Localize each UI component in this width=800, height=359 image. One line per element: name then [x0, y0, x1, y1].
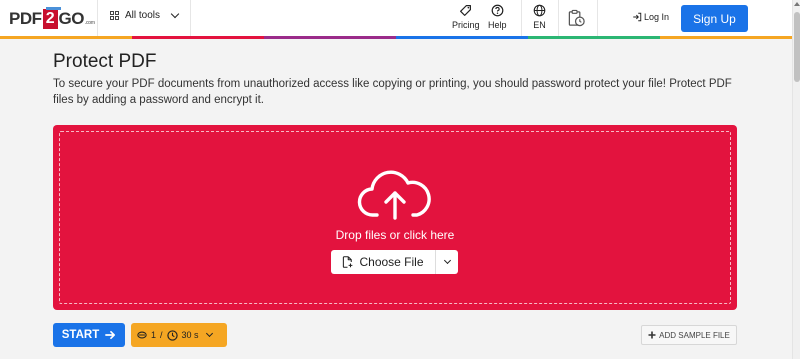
start-button[interactable]: START [53, 323, 125, 347]
logo-text-com: .com [84, 20, 95, 26]
login-label: Log In [644, 12, 670, 22]
login-link[interactable]: Log In [632, 12, 669, 22]
page-description: To secure your PDF documents from unauth… [53, 78, 732, 106]
rainbow-segment [660, 36, 792, 39]
page-title: Protect PDF [53, 51, 157, 72]
divider [97, 0, 98, 36]
pdf2go-logo[interactable]: PDF 2 GO .com [9, 7, 95, 30]
conversion-limits-dropdown[interactable]: 1 / 30 s [131, 323, 227, 347]
language-label: EN [533, 20, 546, 30]
globe-icon [533, 4, 546, 17]
arrow-right-icon [105, 330, 116, 340]
chevron-down-icon [443, 256, 451, 265]
scrollbar-thumb[interactable] [794, 12, 800, 82]
choose-file-source-dropdown[interactable] [436, 250, 458, 274]
logo-text-go: GO [58, 9, 85, 28]
choose-file-control: Choose File [331, 250, 458, 274]
chevron-down-icon [205, 329, 213, 338]
grid-icon [110, 11, 119, 20]
pricing-label: Pricing [452, 20, 480, 30]
history-button[interactable] [567, 9, 586, 28]
limit-separator: / [160, 330, 163, 340]
language-selector[interactable]: EN [533, 4, 546, 30]
rainbow-segment [132, 36, 264, 39]
logo-text-pdf: PDF [9, 9, 42, 28]
add-sample-label: ADD SAMPLE FILE [659, 330, 730, 340]
tag-icon [460, 5, 472, 16]
drop-files-text: Drop files or click here [335, 228, 455, 242]
login-arrow-icon [633, 12, 642, 22]
file-limit-value: 1 [151, 330, 157, 340]
clock-icon [166, 329, 178, 341]
plus-icon [648, 331, 656, 339]
all-tools-menu-button[interactable]: All tools [110, 9, 180, 21]
chevron-down-icon [170, 9, 180, 19]
divider [597, 0, 598, 36]
clipboard-clock-icon [568, 9, 585, 27]
divider [521, 0, 522, 36]
question-circle-icon [491, 4, 504, 17]
choose-file-label: Choose File [359, 255, 424, 269]
sign-up-button[interactable]: Sign Up [681, 5, 748, 32]
rainbow-stripe [0, 36, 792, 39]
sign-up-label: Sign Up [693, 11, 736, 26]
help-link[interactable]: Help [488, 4, 507, 30]
rainbow-segment [264, 36, 396, 39]
help-label: Help [488, 20, 507, 30]
all-tools-label: All tools [125, 10, 161, 21]
rainbow-segment [396, 36, 528, 39]
file-drop-zone[interactable]: Drop files or click here Choose File [53, 125, 737, 310]
time-limit-value: 30 s [181, 330, 199, 340]
pricing-link[interactable]: Pricing [452, 4, 480, 30]
divider [190, 0, 191, 36]
start-label: START [61, 329, 100, 341]
rainbow-segment [0, 36, 132, 39]
divider [558, 0, 559, 36]
add-sample-file-button[interactable]: ADD SAMPLE FILE [641, 325, 737, 345]
page-scrollbar[interactable] [792, 0, 800, 359]
top-navbar: PDF 2 GO .com All tools Pricing Help EN … [0, 0, 792, 38]
file-limit-icon [137, 331, 147, 339]
scroll-up-arrow-icon[interactable] [794, 2, 800, 6]
rainbow-segment [528, 36, 660, 39]
logo-text-2: 2 [42, 7, 61, 29]
file-plus-icon [343, 256, 353, 268]
cloud-upload-icon [357, 170, 431, 220]
choose-file-button[interactable]: Choose File [331, 250, 436, 274]
